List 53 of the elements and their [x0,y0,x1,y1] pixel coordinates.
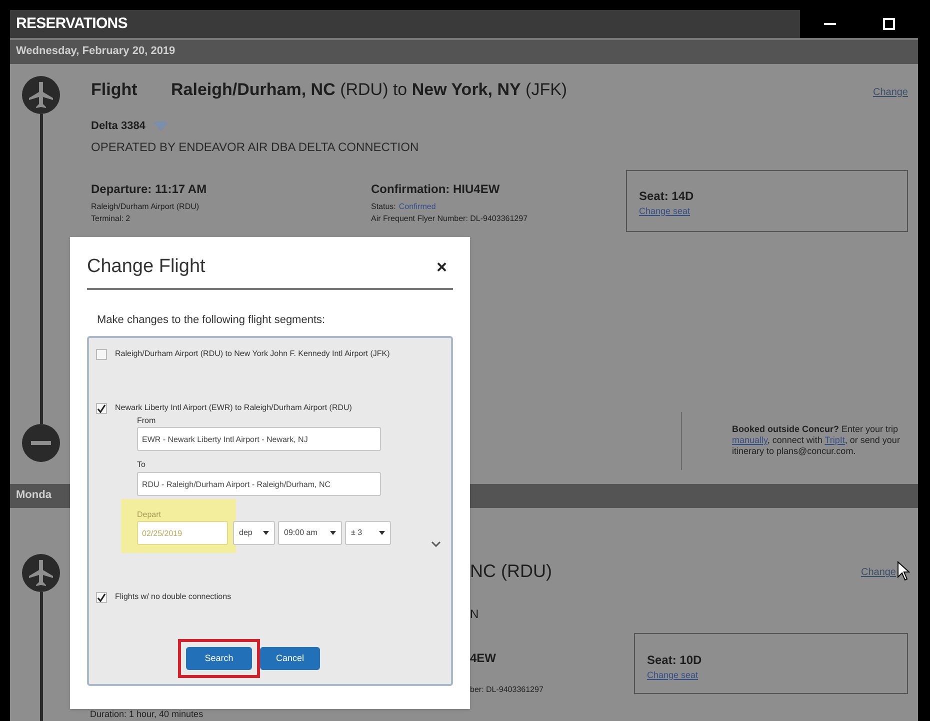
checkbox[interactable] [96,592,107,602]
booked-outside-text: Booked outside Concur? Enter your trip manually, connect with TripIt, or send your itinerary to plans@concur.com. [732,424,901,457]
dropdown-caret-icon [379,531,385,535]
flight-route: NC (RDU) [470,560,552,583]
duration-text: Duration: 1 hour, 40 minutes [90,708,204,720]
maximize-icon [882,17,896,31]
minus-circle-icon [22,424,60,462]
dropdown[interactable]: 09:00 am [278,521,342,545]
status-value: Confirmed [398,200,436,212]
segment-label: Raleigh/Durham Airport (RDU) to New York John F. Kennedy Intl Airport (JFK) [115,348,390,360]
dropdown[interactable]: dep [233,521,275,545]
from-field[interactable]: EWR - Newark Liberty Intl Airport - Newark, NJ [137,427,381,451]
operator-text: OPERATED BY ENDEAVOR AIR DBA DELTA CONNECTION [91,138,420,156]
departure-airport: Raleigh/Durham Airport (RDU) [91,200,200,212]
check-icon [97,592,106,602]
seat-label: Seat: 14D [639,188,694,204]
departure-time: Departure: 11:17 AM [91,180,208,198]
flight-number: Delta 3384 [91,119,146,134]
instructions-text: Make changes to the following flight segments: [97,312,326,328]
seat-label: Seat: 10D [647,652,702,668]
status-label: Status: [371,200,396,212]
from-label: From [137,415,156,427]
frequent-flyer-number: ber: DL-9403361297 [470,684,544,696]
to-field[interactable]: RDU - Raleigh/Durham Airport - Raleigh/Durham, NC [137,472,381,496]
dropdown-caret-icon [263,531,269,535]
checkbox[interactable] [96,348,107,360]
close-button[interactable]: × [436,258,447,276]
date-label: Monda [15,488,52,504]
flight-label: Flight [91,78,138,101]
dropdown-caret-icon [330,531,336,535]
depart-label: Depart [137,509,162,521]
flight-route: Raleigh/Durham, NC (RDU) to New York, NY (JFK) [171,78,568,101]
plane-icon [22,76,60,114]
dropdown[interactable]: ± 3 [345,521,391,545]
chevron-down-icon [431,541,441,547]
to-label: To [137,459,146,471]
confirmation-code: 4EW [470,650,496,666]
window-title: RESERVATIONS [15,14,128,34]
dialog-button[interactable]: Cancel [260,647,320,670]
operator-text: N [469,606,480,622]
confirmation-code: Confirmation: HIU4EW [371,180,501,198]
wifi-icon [153,121,170,132]
frequent-flyer-number: Air Frequent Flyer Number: DL-9403361297 [371,212,529,224]
segment-label: Newark Liberty Intl Airport (EWR) to Raleigh/Durham Airport (RDU) [115,402,352,414]
terminal-text: Terminal: 2 [91,212,132,224]
checkbox[interactable] [96,402,107,414]
plane-icon [22,554,60,592]
date-label: Wednesday, February 20, 2019 [15,44,176,60]
dialog-title: Change Flight [87,255,206,279]
option-label: Flights w/ no double connections [115,591,232,603]
check-icon [97,404,106,412]
cursor-icon [897,561,911,581]
dialog-button[interactable]: Search [186,647,252,670]
